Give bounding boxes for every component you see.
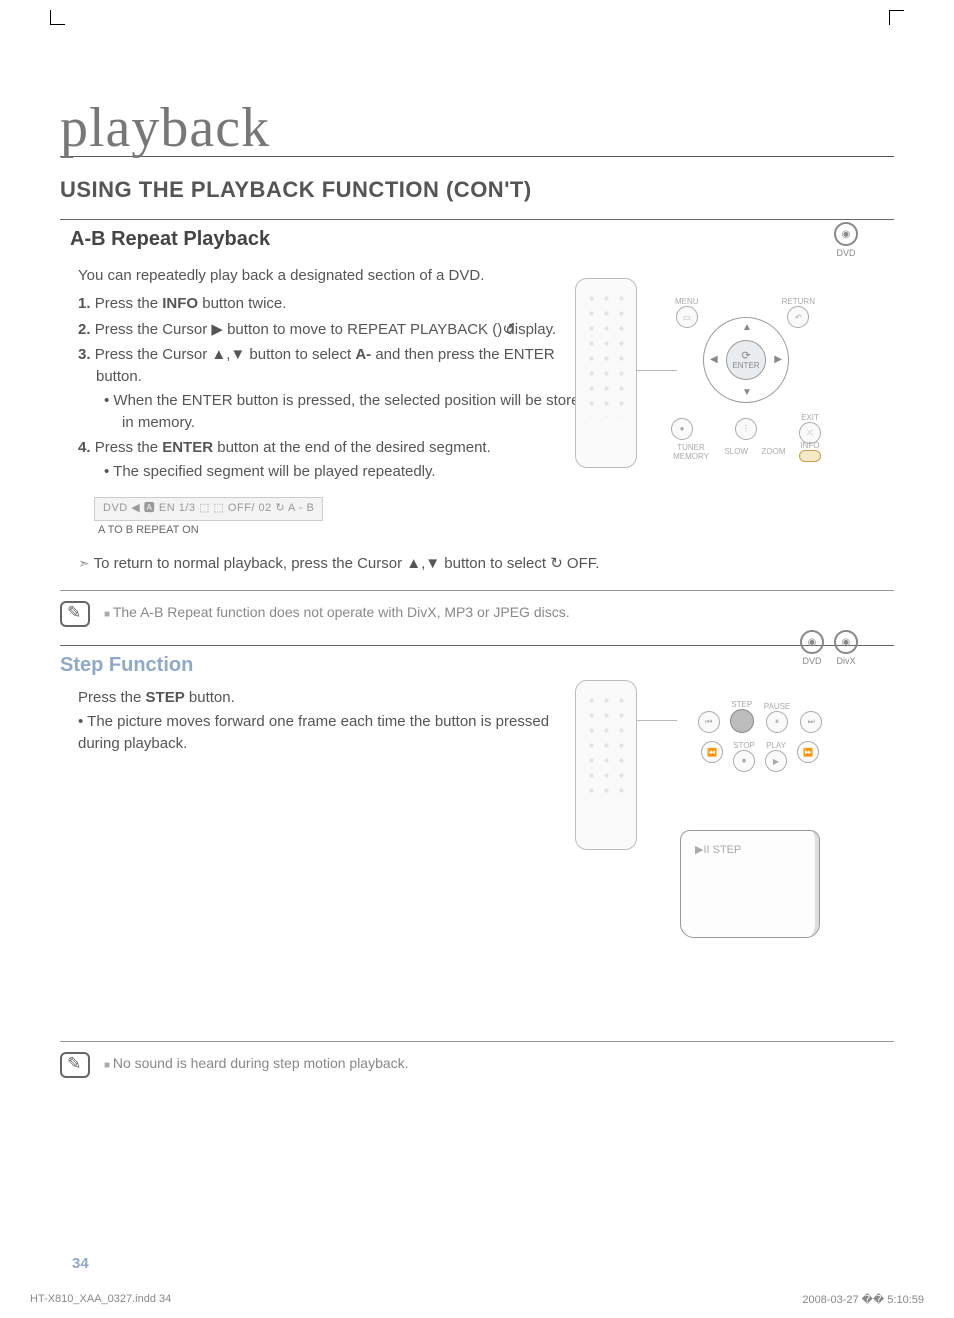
remote-illustration: [575, 278, 637, 468]
ffwd-button[interactable]: ⏩: [797, 741, 819, 763]
subtitle-button[interactable]: ⋮: [735, 418, 757, 440]
info-button[interactable]: [799, 450, 821, 462]
badge-dvd: ◉ DVD: [832, 222, 860, 258]
step-4: 4. Press the ENTER button at the end of …: [78, 437, 594, 483]
section-title: USING THE PLAYBACK FUNCTION (CON'T): [60, 177, 894, 203]
play-button[interactable]: ▶: [765, 750, 787, 772]
return-instruction: To return to normal playback, press the …: [78, 553, 894, 575]
step-1: 1. Press the INFO button twice.: [78, 293, 594, 315]
step-note: No sound is heard during step motion pla…: [104, 1052, 409, 1071]
ab-note: The A-B Repeat function does not operate…: [104, 601, 570, 620]
osd-caption: A TO B REPEAT ON: [98, 523, 594, 539]
prev-button[interactable]: ⏮: [698, 711, 720, 733]
footer-timestamp: 2008-03-27 �� 5:10:59: [802, 1293, 924, 1306]
step-3: 3. Press the Cursor ▲,▼ button to select…: [78, 344, 594, 433]
rewind-button[interactable]: ⏪: [701, 741, 723, 763]
note-icon: [60, 1052, 90, 1078]
return-button[interactable]: ↶: [787, 306, 809, 328]
note-icon: [60, 601, 90, 627]
next-button[interactable]: ⏭: [800, 711, 822, 733]
transport-illustration: ⏮ STEP PAUSE ⏸ ⏭ ⏪ STOP ⏹ PLAY ▶ ⏩: [680, 700, 840, 772]
subsection-step-function: Step Function: [60, 654, 894, 677]
document-title: playback: [60, 100, 894, 157]
step-button[interactable]: [730, 709, 754, 733]
tv-screen-illustration: ▶II STEP: [680, 830, 820, 938]
step-2: 2. Press the Cursor ▶ button to move to …: [78, 319, 594, 341]
remote-illustration-2: [575, 680, 637, 850]
menu-button[interactable]: ▭: [676, 306, 698, 328]
enter-button[interactable]: ⟳ ENTER: [726, 340, 766, 380]
pause-button[interactable]: ⏸: [766, 711, 788, 733]
audio-button[interactable]: ●: [671, 418, 693, 440]
dpad-ring[interactable]: ▲ ▼ ◀ ▶ ⟳ ENTER: [703, 317, 789, 403]
ab-intro: You can repeatedly play back a designate…: [78, 265, 594, 287]
step-bullet: The picture moves forward one frame each…: [78, 711, 594, 755]
dpad-illustration: MENU ▭ RETURN ↶ ▲ ▼ ◀ ▶ ⟳ ENTER ● ⋮ EXIT…: [670, 296, 820, 456]
subsection-ab-repeat: A-B Repeat Playback: [70, 228, 894, 251]
step-instruction: Press the STEP button.: [78, 687, 594, 709]
footer-filename: HT-X810_XAA_0327.indd 34: [30, 1293, 171, 1306]
badge-dvd-2: ◉ DVD: [798, 630, 826, 666]
page-number: 34: [72, 1255, 89, 1272]
osd-display: DVD ◀ 🅰 EN 1/3 ⬚ ⬚ OFF/ 02 ↻ A - B: [94, 497, 323, 521]
badge-divx: ◉ DivX: [832, 630, 860, 666]
stop-button[interactable]: ⏹: [733, 750, 755, 772]
